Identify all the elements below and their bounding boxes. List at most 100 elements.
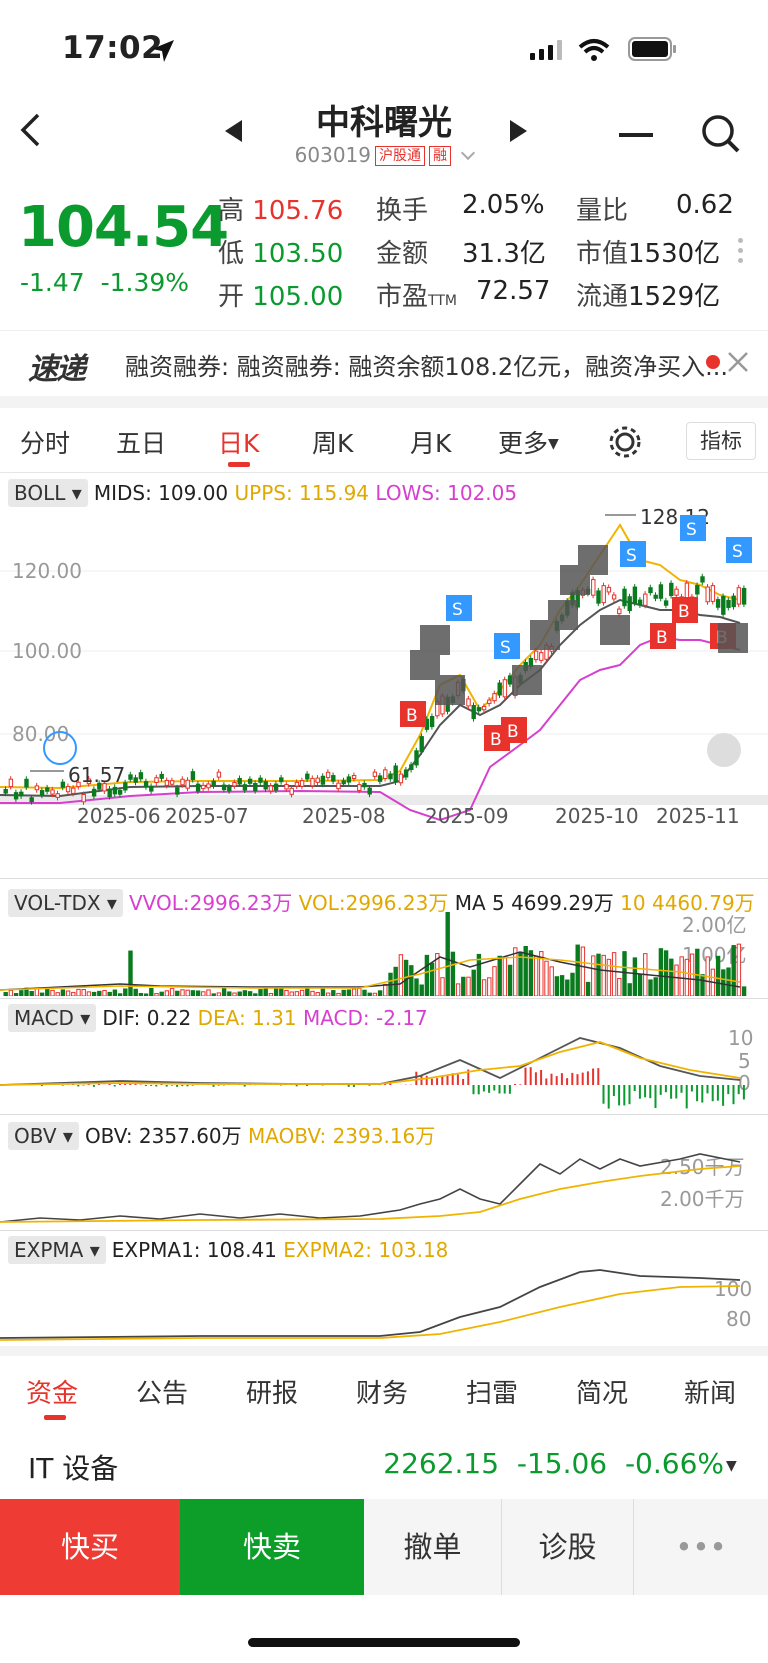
volume-bar: [279, 987, 284, 996]
tab-financials[interactable]: 财务: [356, 1373, 408, 1410]
tab-monthly-k[interactable]: 月K: [410, 424, 451, 460]
close-icon[interactable]: [726, 350, 750, 374]
industry-dropdown-icon[interactable]: ▼: [726, 1458, 737, 1474]
quick-sell-button[interactable]: 快卖: [180, 1499, 364, 1595]
volume-bar: [544, 960, 549, 996]
volume-bar: [372, 992, 378, 996]
volume-bar: [71, 991, 76, 996]
minimize-icon[interactable]: [619, 133, 653, 137]
volume-bar: [591, 955, 596, 996]
tab-weekly-k[interactable]: 周K: [312, 424, 353, 460]
candle-body: [710, 585, 716, 602]
volume-bar: [273, 987, 279, 996]
indicator-button[interactable]: 指标: [686, 422, 756, 460]
candle-body: [34, 785, 40, 791]
volume-bar: [305, 987, 310, 996]
tab-overview[interactable]: 简况: [576, 1373, 628, 1410]
date-label-0: 2025-06: [77, 804, 161, 828]
volume-bar: [414, 978, 419, 996]
volume-bar: [424, 954, 430, 996]
tab-five-day[interactable]: 五日: [116, 424, 166, 460]
expma-header: EXPMA ▾ EXPMA1: 108.41 EXPMA2: 103.18: [8, 1236, 448, 1264]
tab-intraday[interactable]: 分时: [20, 424, 70, 460]
quick-buy-button[interactable]: 快买: [0, 1499, 180, 1595]
chevron-down-icon[interactable]: [461, 145, 476, 161]
candle-body: [627, 596, 632, 612]
candle-body: [492, 693, 497, 702]
candle-body: [190, 771, 196, 781]
volume-bar: [320, 988, 326, 996]
macd-name: MACD: [14, 1006, 74, 1030]
candle-body: [107, 788, 112, 798]
tab-funds[interactable]: 资金: [26, 1373, 78, 1410]
candle-body: [362, 782, 367, 788]
svg-text:B: B: [507, 722, 519, 742]
change-percent: -1.39%: [100, 268, 190, 297]
volume-bar: [237, 991, 242, 996]
volume-bar: [164, 990, 170, 996]
candle-body: [45, 787, 50, 792]
divider: [0, 472, 768, 473]
home-indicator[interactable]: [248, 1638, 520, 1647]
more-menu-button[interactable]: •••: [634, 1499, 768, 1595]
candle-body: [346, 776, 352, 783]
volume-bar: [13, 993, 19, 996]
candle-body: [24, 778, 29, 788]
cancel-order-button[interactable]: 撤单: [364, 1499, 502, 1595]
candle-body: [117, 789, 123, 795]
search-icon[interactable]: [700, 113, 742, 155]
date-label-2: 2025-08: [302, 804, 386, 828]
volume-bar: [559, 975, 565, 996]
expma-selector[interactable]: EXPMA ▾: [8, 1236, 106, 1264]
candle-body: [320, 775, 326, 785]
active-bottom-tab-underline: [44, 1415, 66, 1420]
tab-risk-scan[interactable]: 扫雷: [466, 1373, 518, 1410]
volume-bar: [575, 944, 580, 996]
date-label-3: 2025-09: [425, 804, 509, 828]
divider: [0, 998, 768, 999]
diagnose-button[interactable]: 诊股: [502, 1499, 634, 1595]
volume-bar: [455, 983, 461, 996]
boll-selector[interactable]: BOLL ▾: [8, 479, 88, 507]
volume-bar: [242, 990, 248, 996]
volume-bar: [50, 989, 55, 996]
tab-research[interactable]: 研报: [246, 1373, 298, 1410]
boll-name: BOLL: [14, 481, 66, 505]
kline-chart[interactable]: 120.00 100.00 80.00 128.12 61.57 B S S B…: [0, 505, 768, 840]
candle-body: [143, 781, 149, 788]
expma-chart: 100 80: [0, 1269, 752, 1341]
next-stock-icon[interactable]: [508, 118, 530, 144]
location-arrow-icon: [152, 40, 174, 62]
stock-code: 603019: [294, 143, 371, 167]
turnover-row: 换手: [376, 190, 428, 227]
candle-body: [648, 587, 653, 594]
tab-news[interactable]: 新闻: [684, 1373, 736, 1410]
amount-value: 31.3亿: [462, 239, 546, 269]
volume-bar: [180, 989, 185, 996]
expand-icon[interactable]: [707, 733, 741, 767]
tab-announcements[interactable]: 公告: [136, 1373, 188, 1410]
candle-body: [128, 774, 133, 780]
candle-body: [741, 587, 747, 605]
tab-more[interactable]: 更多▼: [498, 424, 559, 460]
volume-bar: [700, 974, 705, 996]
candle-body: [466, 698, 471, 707]
volume-bar: [232, 992, 237, 996]
low-row: 低 103.50: [218, 233, 343, 270]
svg-text:B: B: [678, 602, 690, 622]
tab-daily-k[interactable]: 日K: [218, 424, 259, 460]
market-cap-label: 市值: [576, 239, 629, 269]
candle-body: [331, 775, 336, 782]
candle-body: [632, 586, 638, 604]
candle-body: [13, 792, 19, 800]
candle-body: [216, 771, 222, 778]
volume-bar: [3, 992, 8, 996]
more-dots-icon[interactable]: [738, 238, 744, 266]
candle-body: [429, 716, 435, 728]
industry-name[interactable]: IT 设备: [28, 1447, 118, 1487]
volume-bar: [481, 979, 487, 996]
settings-gear-icon[interactable]: [607, 424, 643, 460]
volume-bar: [585, 981, 591, 996]
volume-bar: [325, 992, 331, 996]
candle-body: [221, 784, 227, 791]
